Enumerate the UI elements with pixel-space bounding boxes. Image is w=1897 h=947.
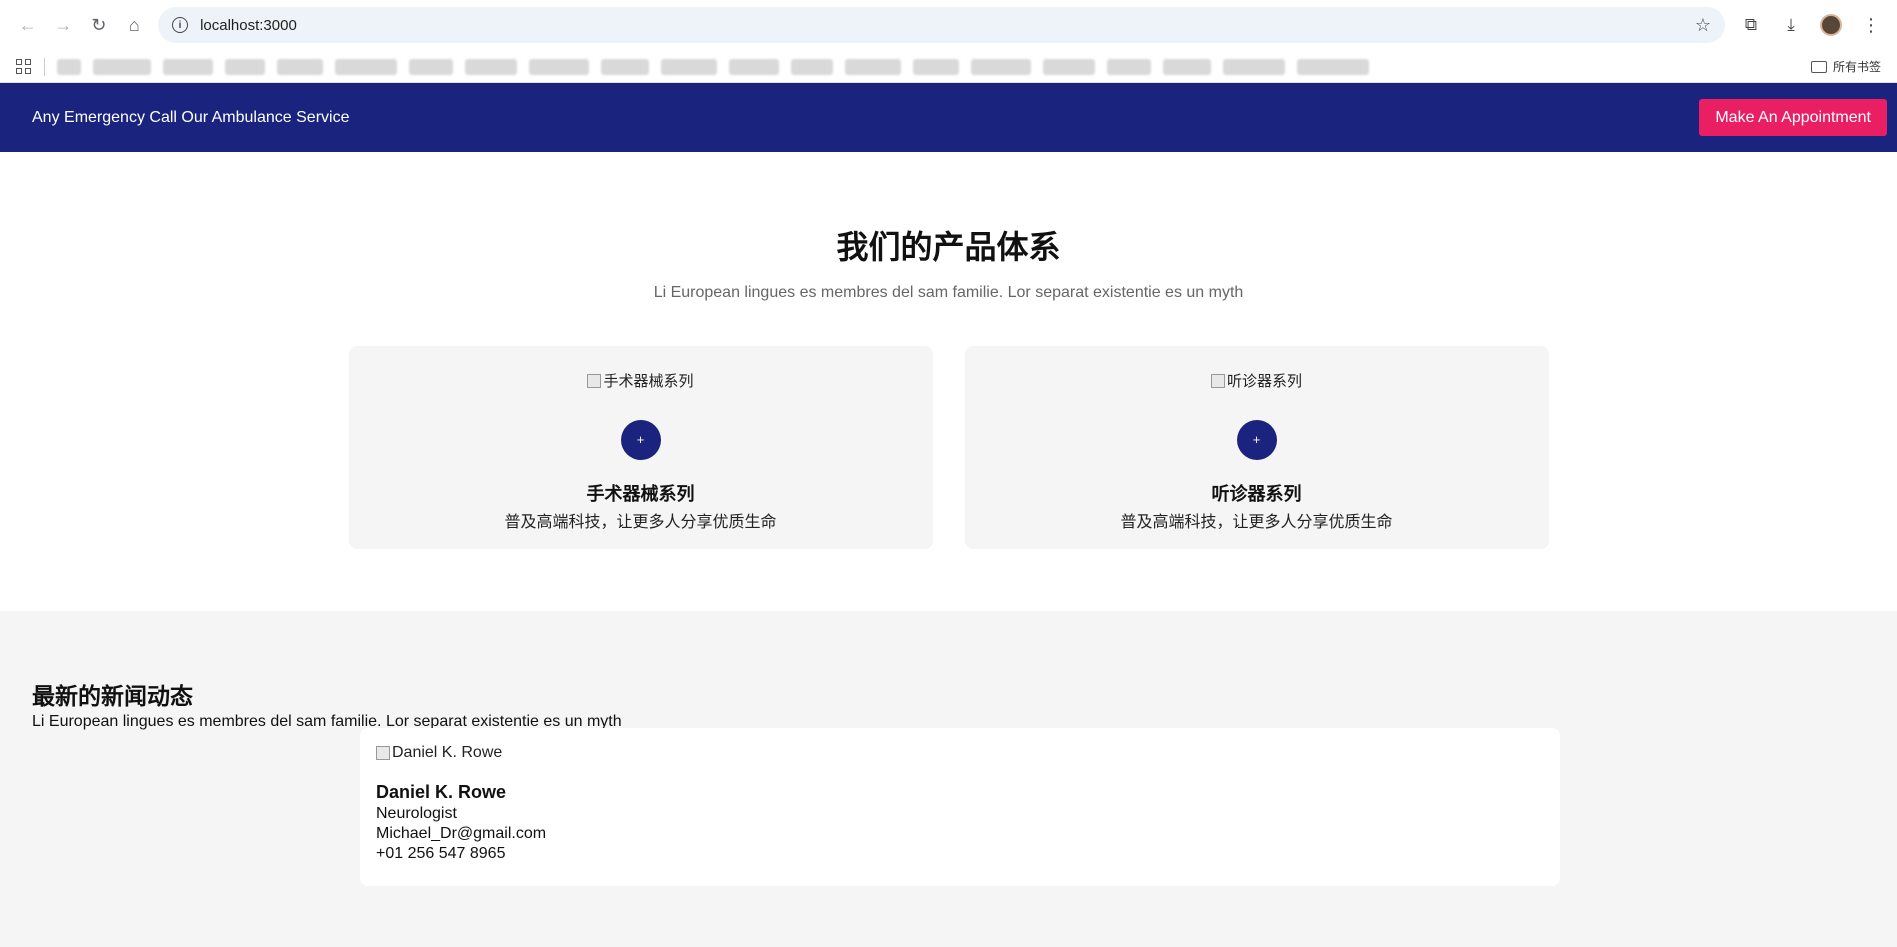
products-title: 我们的产品体系 bbox=[836, 229, 1061, 265]
news-title: 最新的新闻动态 bbox=[32, 683, 193, 709]
reload-icon[interactable]: ↻ bbox=[81, 7, 117, 43]
broken-image-icon bbox=[587, 373, 602, 388]
bookmark-item[interactable] bbox=[971, 58, 1031, 75]
products-section: 我们的产品体系 Li European lingues es membres d… bbox=[0, 152, 1897, 611]
doctor-name: Daniel K. Rowe bbox=[376, 782, 507, 802]
folder-icon bbox=[1810, 60, 1827, 73]
doctor-image: Daniel K. Rowe bbox=[376, 744, 502, 762]
product-image: 手术器械系列 bbox=[587, 370, 694, 391]
bookmark-item[interactable] bbox=[529, 58, 589, 75]
product-card-desc: 普及高端科技，让更多人分享优质生命 bbox=[504, 513, 777, 531]
product-card-title: 听诊器系列 bbox=[1211, 483, 1302, 504]
all-bookmarks[interactable]: 所有书签 bbox=[1810, 58, 1881, 75]
bookmark-item[interactable] bbox=[729, 58, 779, 75]
bookmark-item[interactable] bbox=[601, 58, 649, 75]
doctor-image-alt: Daniel K. Rowe bbox=[392, 744, 503, 761]
product-image: 听诊器系列 bbox=[1210, 370, 1302, 391]
product-image-alt: 听诊器系列 bbox=[1226, 373, 1302, 390]
bookmark-item[interactable] bbox=[335, 58, 397, 75]
product-card-surgical[interactable]: 手术器械系列 + 手术器械系列 普及高端科技，让更多人分享优质生命 bbox=[348, 346, 933, 549]
bookmark-item[interactable] bbox=[277, 58, 323, 75]
browser-chrome: ← → ↻ ⌂ i localhost:3000 ☆ ⧉ ⤓ ⋮ 所有书签 bbox=[0, 0, 1897, 83]
emergency-bar: Any Emergency Call Our Ambulance Service… bbox=[0, 83, 1897, 152]
plus-button[interactable]: + bbox=[1236, 419, 1277, 460]
doctor-phone: +01 256 547 8965 bbox=[376, 845, 506, 862]
doctor-email: Michael_Dr@gmail.com bbox=[376, 825, 547, 842]
bookmark-item[interactable] bbox=[1043, 58, 1095, 75]
bookmarks-bar: 所有书签 bbox=[0, 50, 1897, 83]
back-arrow-icon[interactable]: ← bbox=[10, 7, 46, 43]
all-bookmarks-label: 所有书签 bbox=[1832, 60, 1881, 74]
avatar bbox=[1820, 14, 1842, 36]
bookmark-item[interactable] bbox=[163, 58, 213, 75]
bookmark-item[interactable] bbox=[409, 58, 453, 75]
make-appointment-button[interactable]: Make An Appointment bbox=[1699, 99, 1887, 136]
bookmark-item[interactable] bbox=[57, 58, 81, 75]
profile-avatar[interactable] bbox=[1815, 9, 1847, 41]
bookmark-item[interactable] bbox=[93, 58, 151, 75]
emergency-text: Any Emergency Call Our Ambulance Service bbox=[32, 108, 350, 126]
bookmark-item[interactable] bbox=[661, 58, 717, 75]
bookmark-item[interactable] bbox=[225, 58, 265, 75]
bookmark-item[interactable] bbox=[1223, 58, 1285, 75]
address-url[interactable]: localhost:3000 bbox=[200, 17, 1695, 34]
browser-toolbar: ← → ↻ ⌂ i localhost:3000 ☆ ⧉ ⤓ ⋮ bbox=[0, 0, 1897, 50]
doctor-card[interactable]: Daniel K. Rowe Daniel K. Rowe Neurologis… bbox=[360, 728, 1560, 886]
apps-grid-icon[interactable] bbox=[16, 58, 32, 75]
product-image-alt: 手术器械系列 bbox=[603, 373, 694, 390]
bookmark-item[interactable] bbox=[845, 58, 901, 75]
bookmark-star-icon[interactable]: ☆ bbox=[1695, 15, 1711, 36]
news-section: 最新的新闻动态 Li European lingues es membres d… bbox=[0, 611, 1897, 947]
bookmark-item[interactable] bbox=[913, 58, 959, 75]
bookmark-item[interactable] bbox=[1163, 58, 1211, 75]
product-card-title: 手术器械系列 bbox=[586, 483, 695, 504]
plus-button[interactable]: + bbox=[620, 419, 661, 460]
home-icon[interactable]: ⌂ bbox=[117, 7, 153, 43]
extensions-icon[interactable]: ⧉ bbox=[1735, 9, 1767, 41]
products-subtitle: Li European lingues es membres del sam f… bbox=[653, 284, 1244, 301]
bookmarks-divider bbox=[44, 57, 45, 76]
more-menu-icon[interactable]: ⋮ bbox=[1855, 9, 1887, 41]
bookmark-item[interactable] bbox=[1107, 58, 1151, 75]
product-cards: 手术器械系列 + 手术器械系列 普及高端科技，让更多人分享优质生命 听诊器系列 … bbox=[0, 346, 1897, 549]
doctor-role: Neurologist bbox=[376, 805, 457, 822]
download-icon[interactable]: ⤓ bbox=[1775, 9, 1807, 41]
product-card-desc: 普及高端科技，让更多人分享优质生命 bbox=[1120, 513, 1393, 531]
address-bar[interactable]: i localhost:3000 ☆ bbox=[158, 7, 1725, 43]
bookmark-item[interactable] bbox=[1297, 58, 1369, 75]
broken-image-icon bbox=[376, 746, 390, 760]
product-card-stethoscope[interactable]: 听诊器系列 + 听诊器系列 普及高端科技，让更多人分享优质生命 bbox=[964, 346, 1549, 549]
bookmark-item[interactable] bbox=[791, 58, 833, 75]
forward-arrow-icon[interactable]: → bbox=[46, 7, 82, 43]
bookmark-item[interactable] bbox=[465, 58, 517, 75]
broken-image-icon bbox=[1210, 373, 1225, 388]
site-info-icon[interactable]: i bbox=[172, 17, 189, 33]
